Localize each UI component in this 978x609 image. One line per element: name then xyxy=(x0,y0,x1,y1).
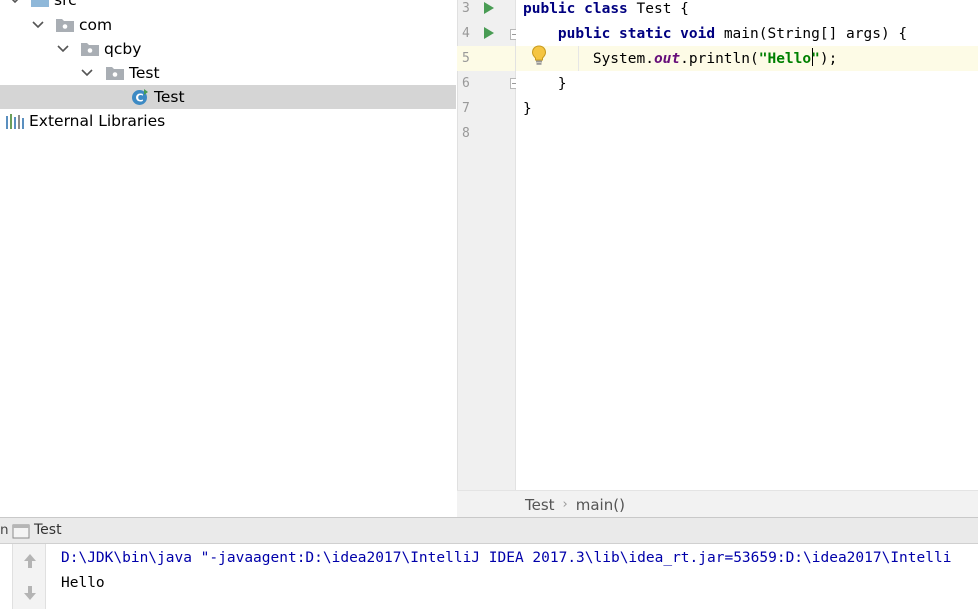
line-number: 8 xyxy=(462,126,470,141)
tree-item-test-package[interactable]: Test xyxy=(0,61,456,85)
chevron-down-icon[interactable] xyxy=(8,0,22,7)
source-folder-icon xyxy=(31,0,49,7)
code-line-6[interactable]: } xyxy=(523,72,567,97)
tree-item-label: src xyxy=(54,0,77,9)
code-text: } xyxy=(557,76,567,92)
line-number: 3 xyxy=(462,1,470,16)
run-config-icon xyxy=(12,524,30,539)
scroll-up-icon[interactable] xyxy=(22,552,38,570)
java-class-icon: C xyxy=(131,88,149,106)
breadcrumb-separator-icon: › xyxy=(562,497,568,512)
keyword: class xyxy=(584,1,628,17)
editor-gutter[interactable] xyxy=(457,0,515,490)
code-line-7[interactable]: } xyxy=(523,97,532,122)
keyword: static xyxy=(619,26,672,42)
run-toolbar xyxy=(12,544,46,609)
keyword: void xyxy=(680,26,716,42)
breadcrumb: Test › main() xyxy=(457,490,978,518)
code-text: main(String[] args) { xyxy=(715,26,908,42)
tree-item-external-libraries[interactable]: External Libraries xyxy=(0,109,456,133)
code-text: ); xyxy=(819,51,838,67)
code-text: System. xyxy=(592,51,654,67)
project-tree-panel: src com qcby Test C Test External Librar… xyxy=(0,0,456,517)
code-line-4[interactable]: public static void main(String[] args) { xyxy=(523,22,907,47)
keyword: public xyxy=(557,26,611,42)
string-literal: " xyxy=(811,51,820,67)
line-number: 6 xyxy=(462,76,470,91)
code-text: Test { xyxy=(627,1,689,17)
keyword: public xyxy=(523,1,576,17)
static-field: out xyxy=(653,51,681,67)
code-text: } xyxy=(523,101,532,117)
code-line-3[interactable]: public class Test { xyxy=(523,0,689,22)
breadcrumb-item-class[interactable]: Test xyxy=(525,496,555,514)
libraries-icon xyxy=(6,114,25,129)
package-icon xyxy=(56,18,74,32)
svg-text:C: C xyxy=(135,92,143,105)
tree-item-label: External Libraries xyxy=(29,112,166,130)
package-icon xyxy=(106,66,124,80)
console-output[interactable]: D:\JDK\bin\java "-javaagent:D:\idea2017\… xyxy=(47,544,978,609)
code-text: .println( xyxy=(680,51,759,67)
line-number: 5 xyxy=(462,51,470,66)
run-main-icon[interactable] xyxy=(484,27,494,39)
tree-item-label: Test xyxy=(154,88,185,106)
tree-item-qcby[interactable]: qcby xyxy=(0,37,456,61)
tree-item-test-class[interactable]: C Test xyxy=(0,85,456,109)
tree-item-src[interactable]: src xyxy=(0,0,456,12)
package-icon xyxy=(81,42,99,56)
console-program-output: Hello xyxy=(61,575,105,591)
line-number: 4 xyxy=(462,26,470,41)
chevron-down-icon[interactable] xyxy=(80,66,94,80)
code-line-5[interactable]: System.out.println("Hello"); xyxy=(523,47,837,72)
breadcrumb-item-method[interactable]: main() xyxy=(576,496,625,514)
line-number: 7 xyxy=(462,101,470,116)
string-literal: "Hello xyxy=(758,51,812,67)
console-command-line: D:\JDK\bin\java "-javaagent:D:\idea2017\… xyxy=(61,550,952,566)
code-editor[interactable] xyxy=(516,0,978,490)
tree-item-label: qcby xyxy=(104,40,142,58)
run-title-fragment: n xyxy=(0,522,9,538)
tree-item-com[interactable]: com xyxy=(0,13,456,37)
scroll-down-icon[interactable] xyxy=(22,584,38,602)
run-tab-test[interactable]: Test xyxy=(34,522,62,538)
run-class-icon[interactable] xyxy=(484,2,494,14)
chevron-down-icon[interactable] xyxy=(56,42,70,56)
chevron-down-icon[interactable] xyxy=(31,18,45,32)
run-tool-window-header: n Test xyxy=(0,517,978,544)
tree-item-label: Test xyxy=(129,64,160,82)
tree-item-label: com xyxy=(79,16,113,34)
